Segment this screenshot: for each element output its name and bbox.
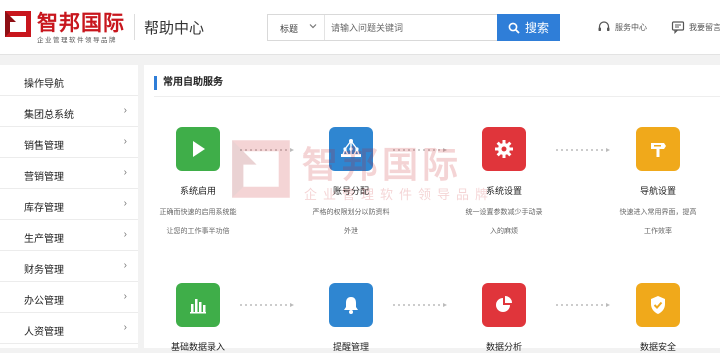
brand-logo[interactable]: 智邦国际 企业管理软件领导品牌 — [4, 9, 136, 45]
flow-connector — [240, 148, 294, 152]
service-desc: 正确而快速的启用系统能 让您的工作事半功倍 — [159, 209, 237, 235]
brand-logo-mark-icon — [5, 11, 31, 37]
chevron-right-icon: › — [123, 198, 127, 209]
sidebar-item-label: 操作导航 — [24, 79, 64, 90]
sidebar-item-label: 库存管理 — [24, 203, 64, 214]
service-tile-basic-data-entry[interactable] — [176, 283, 220, 327]
sidebar-item-group-system[interactable]: 集团总系统 › — [0, 96, 138, 127]
leave-message-label: 我要留言 — [689, 22, 720, 32]
headset-icon — [598, 21, 610, 31]
chevron-right-icon: › — [123, 291, 127, 302]
sidebar-item-label: 人资管理 — [24, 327, 64, 338]
sidebar-item-label: 财务管理 — [24, 265, 64, 276]
flow-connector — [556, 148, 610, 152]
chevron-down-icon — [309, 24, 317, 29]
sidebar-item-hr[interactable]: 人资管理 › — [0, 313, 138, 344]
search-bar: 标题 搜索 — [267, 14, 560, 41]
bell-icon — [344, 297, 358, 314]
header-divider — [134, 14, 135, 40]
service-tile-account-assign[interactable] — [329, 127, 373, 171]
service-desc: 严格的权限划分以防资料 外泄 — [312, 209, 390, 235]
service-tile-system-settings[interactable] — [482, 127, 526, 171]
search-type-select[interactable]: 标题 — [268, 15, 325, 40]
section-title: 常用自助服务 — [154, 76, 223, 90]
sidebar-item-production[interactable]: 生产管理 › — [0, 220, 138, 251]
service-center-link[interactable]: 服务中心 — [597, 20, 647, 34]
brand-subtitle: 企业管理软件领导品牌 — [37, 37, 117, 44]
page-title: 帮助中心 — [144, 20, 205, 37]
brand-title: 智邦国际 — [37, 12, 125, 35]
flow-connector — [240, 303, 294, 307]
service-label[interactable]: 导航设置 — [608, 184, 708, 197]
service-desc: 快速进入常用界面，提高 工作效率 — [619, 209, 697, 235]
signpost-icon — [651, 143, 666, 157]
chevron-right-icon: › — [123, 136, 127, 147]
flow-connector — [556, 303, 610, 307]
sidebar-item-operation-nav[interactable]: 操作导航 — [0, 65, 138, 96]
search-icon — [508, 22, 520, 34]
service-tile-navigation-settings[interactable] — [636, 127, 680, 171]
shield-check-icon — [651, 296, 665, 314]
chevron-right-icon: › — [123, 260, 127, 271]
sidebar-item-label: 办公管理 — [24, 296, 64, 307]
chevron-right-icon: › — [123, 229, 127, 240]
chevron-right-icon: › — [123, 322, 127, 333]
header: 智邦国际 企业管理软件领导品牌 帮助中心 标题 搜索 服务中心 我要留言 — [0, 0, 720, 55]
bar-chart-icon — [190, 299, 206, 314]
sidebar-item-label: 生产管理 — [24, 234, 64, 245]
pie-chart-icon — [496, 296, 512, 312]
service-label[interactable]: 账号分配 — [301, 184, 401, 197]
service-center-label: 服务中心 — [615, 22, 647, 32]
service-tile-data-security[interactable] — [636, 283, 680, 327]
sidebar-item-inventory[interactable]: 库存管理 › — [0, 189, 138, 220]
play-icon — [193, 141, 205, 157]
service-label[interactable]: 数据分析 — [454, 340, 554, 353]
search-button-label: 搜索 — [524, 21, 549, 35]
message-icon — [671, 21, 685, 34]
service-desc: 统一设置参数减少手动录 入的麻烦 — [465, 209, 543, 235]
sidebar-item-finance[interactable]: 财务管理 › — [0, 251, 138, 282]
service-tile-data-analysis[interactable] — [482, 283, 526, 327]
search-input[interactable] — [326, 15, 496, 40]
service-label[interactable]: 数据安全 — [608, 340, 708, 353]
flow-connector — [393, 303, 447, 307]
search-type-label: 标题 — [280, 24, 299, 34]
sidebar: 操作导航 集团总系统 › 销售管理 › 营销管理 › 库存管理 › 生产管理 › 财务管理… — [0, 65, 138, 348]
section-divider — [154, 96, 720, 97]
service-label[interactable]: 提醒管理 — [301, 340, 401, 353]
chevron-right-icon: › — [123, 105, 127, 116]
leave-message-link[interactable]: 我要留言 — [671, 20, 720, 34]
sidebar-item-label: 销售管理 — [24, 141, 64, 152]
sidebar-item-sales[interactable]: 销售管理 › — [0, 127, 138, 158]
sidebar-item-marketing[interactable]: 营销管理 › — [0, 158, 138, 189]
org-chart-icon — [341, 139, 361, 157]
sidebar-item-label: 集团总系统 — [24, 110, 74, 121]
search-button[interactable]: 搜索 — [497, 14, 560, 41]
sidebar-item-office[interactable]: 办公管理 › — [0, 282, 138, 313]
service-label[interactable]: 系统设置 — [454, 184, 554, 197]
flow-connector — [393, 148, 447, 152]
chevron-right-icon: › — [123, 167, 127, 178]
main-panel: 常用自助服务 系统启用 正确而快速的启用系统能 让您的工作事半功倍 账号分配 严… — [144, 65, 720, 352]
service-tile-system-enable[interactable] — [176, 127, 220, 171]
service-label[interactable]: 基础数据录入 — [148, 340, 248, 353]
sidebar-item-label: 营销管理 — [24, 172, 64, 183]
service-label[interactable]: 系统启用 — [148, 184, 248, 197]
service-tile-reminder-management[interactable] — [329, 283, 373, 327]
gear-icon — [495, 140, 513, 158]
